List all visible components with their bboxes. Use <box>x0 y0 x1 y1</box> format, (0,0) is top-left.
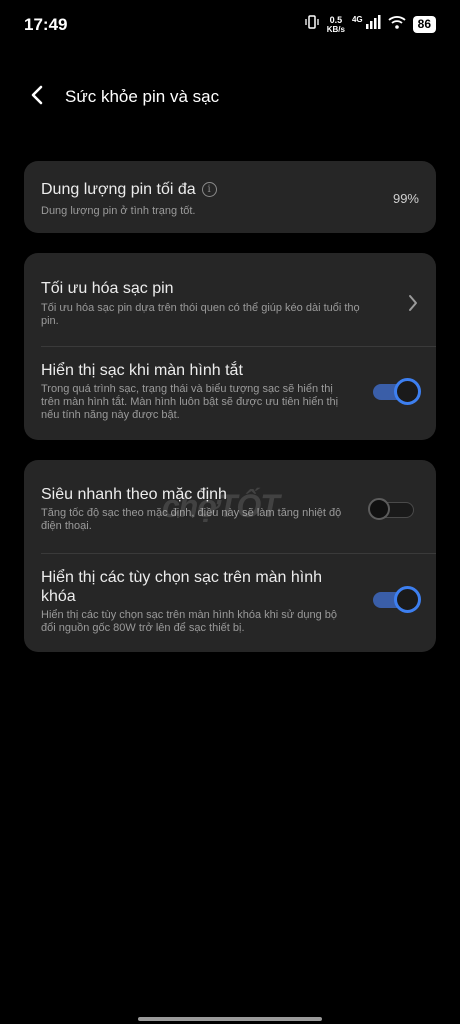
battery-capacity-card[interactable]: Dung lượng pin tối đa i Dung lượng pin ở … <box>24 161 436 233</box>
screen-off-charging-row[interactable]: Hiển thị sạc khi màn hình tắt Trong quá … <box>24 347 436 440</box>
toggle-knob <box>394 586 421 613</box>
optimize-charging-title: Tối ưu hóa sạc pin <box>41 280 174 297</box>
lockscreen-options-description-2: đổi nguồn gốc 80W trở lên để sạc thiết b… <box>41 622 245 634</box>
super-fast-description-2: điện thoại. <box>41 520 92 532</box>
screen-off-charging-description-2: trên màn hình tắt. Màn hình luôn bật sẽ … <box>41 396 339 408</box>
status-icons: 0.5 KB/s 4G 86 <box>304 14 436 35</box>
screen-off-charging-description-1: Trong quá trình sạc, trạng thái và biểu … <box>41 383 333 395</box>
status-time: 17:49 <box>24 15 68 34</box>
optimize-charging-row[interactable]: Tối ưu hóa sạc pin Tối ưu hóa sạc pin dự… <box>24 253 436 346</box>
page-title: Sức khỏe pin và sạc <box>65 87 220 106</box>
optimize-charging-description-1: Tối ưu hóa sạc pin dựa trên thói quen có… <box>41 302 360 314</box>
fast-charging-card: Siêu nhanh theo mặc định Tăng tốc độ sạc… <box>24 460 436 652</box>
super-fast-title: Siêu nhanh theo mặc định <box>41 486 227 503</box>
battery-capacity-value: 99% <box>392 191 419 206</box>
home-indicator[interactable] <box>138 1017 322 1021</box>
network-speed: 0.5 KB/s <box>326 14 345 34</box>
toggle-knob <box>368 498 390 520</box>
lockscreen-options-title-1: Hiển thị các tùy chọn sạc trên màn hình <box>41 569 323 586</box>
back-button[interactable] <box>22 82 52 112</box>
optimize-charging-description-2: pin. <box>41 315 59 327</box>
screen-off-charging-toggle[interactable] <box>371 378 421 405</box>
lockscreen-options-title-2: khóa <box>41 588 76 605</box>
status-bar: 17:49 0.5 KB/s 4G 86 <box>0 0 460 48</box>
vibrate-icon <box>304 14 320 35</box>
battery-capacity-title-wrap: Dung lượng pin tối đa i <box>41 180 217 199</box>
back-arrow-icon <box>30 85 44 110</box>
toggle-knob <box>394 378 421 405</box>
super-fast-description-1: Tăng tốc độ sạc theo mặc định, điều này … <box>41 507 342 519</box>
network-speed-unit: KB/s <box>326 24 345 34</box>
battery-capacity-title: Dung lượng pin tối đa <box>41 181 196 198</box>
network-speed-value: 0.5 <box>329 14 343 25</box>
info-icon[interactable]: i <box>201 182 217 197</box>
wifi-icon <box>388 15 406 34</box>
charging-settings-card: Tối ưu hóa sạc pin Tối ưu hóa sạc pin dự… <box>24 253 436 440</box>
network-type: 4G <box>351 15 363 24</box>
super-fast-toggle[interactable] <box>368 496 416 522</box>
lockscreen-options-row[interactable]: Hiển thị các tùy chọn sạc trên màn hình … <box>24 554 436 652</box>
lockscreen-options-toggle[interactable] <box>371 586 421 613</box>
signal-icon <box>365 15 381 34</box>
screen-off-charging-title: Hiển thị sạc khi màn hình tắt <box>41 362 243 379</box>
battery-icon: 86 <box>412 16 436 33</box>
super-fast-row[interactable]: Siêu nhanh theo mặc định Tăng tốc độ sạc… <box>24 460 436 553</box>
header: Sức khỏe pin và sạc <box>0 78 460 116</box>
screen: 17:49 0.5 KB/s 4G 86 Sức khỏe pin và sạc… <box>0 0 460 1024</box>
battery-capacity-description: Dung lượng pin ở tình trạng tốt. <box>41 205 196 217</box>
screen-off-charging-description-3: nếu tính năng này được bật. <box>41 409 180 421</box>
lockscreen-options-description-1: Hiển thị các tùy chọn sạc trên màn hình … <box>41 609 337 621</box>
chevron-right-icon <box>406 293 420 313</box>
